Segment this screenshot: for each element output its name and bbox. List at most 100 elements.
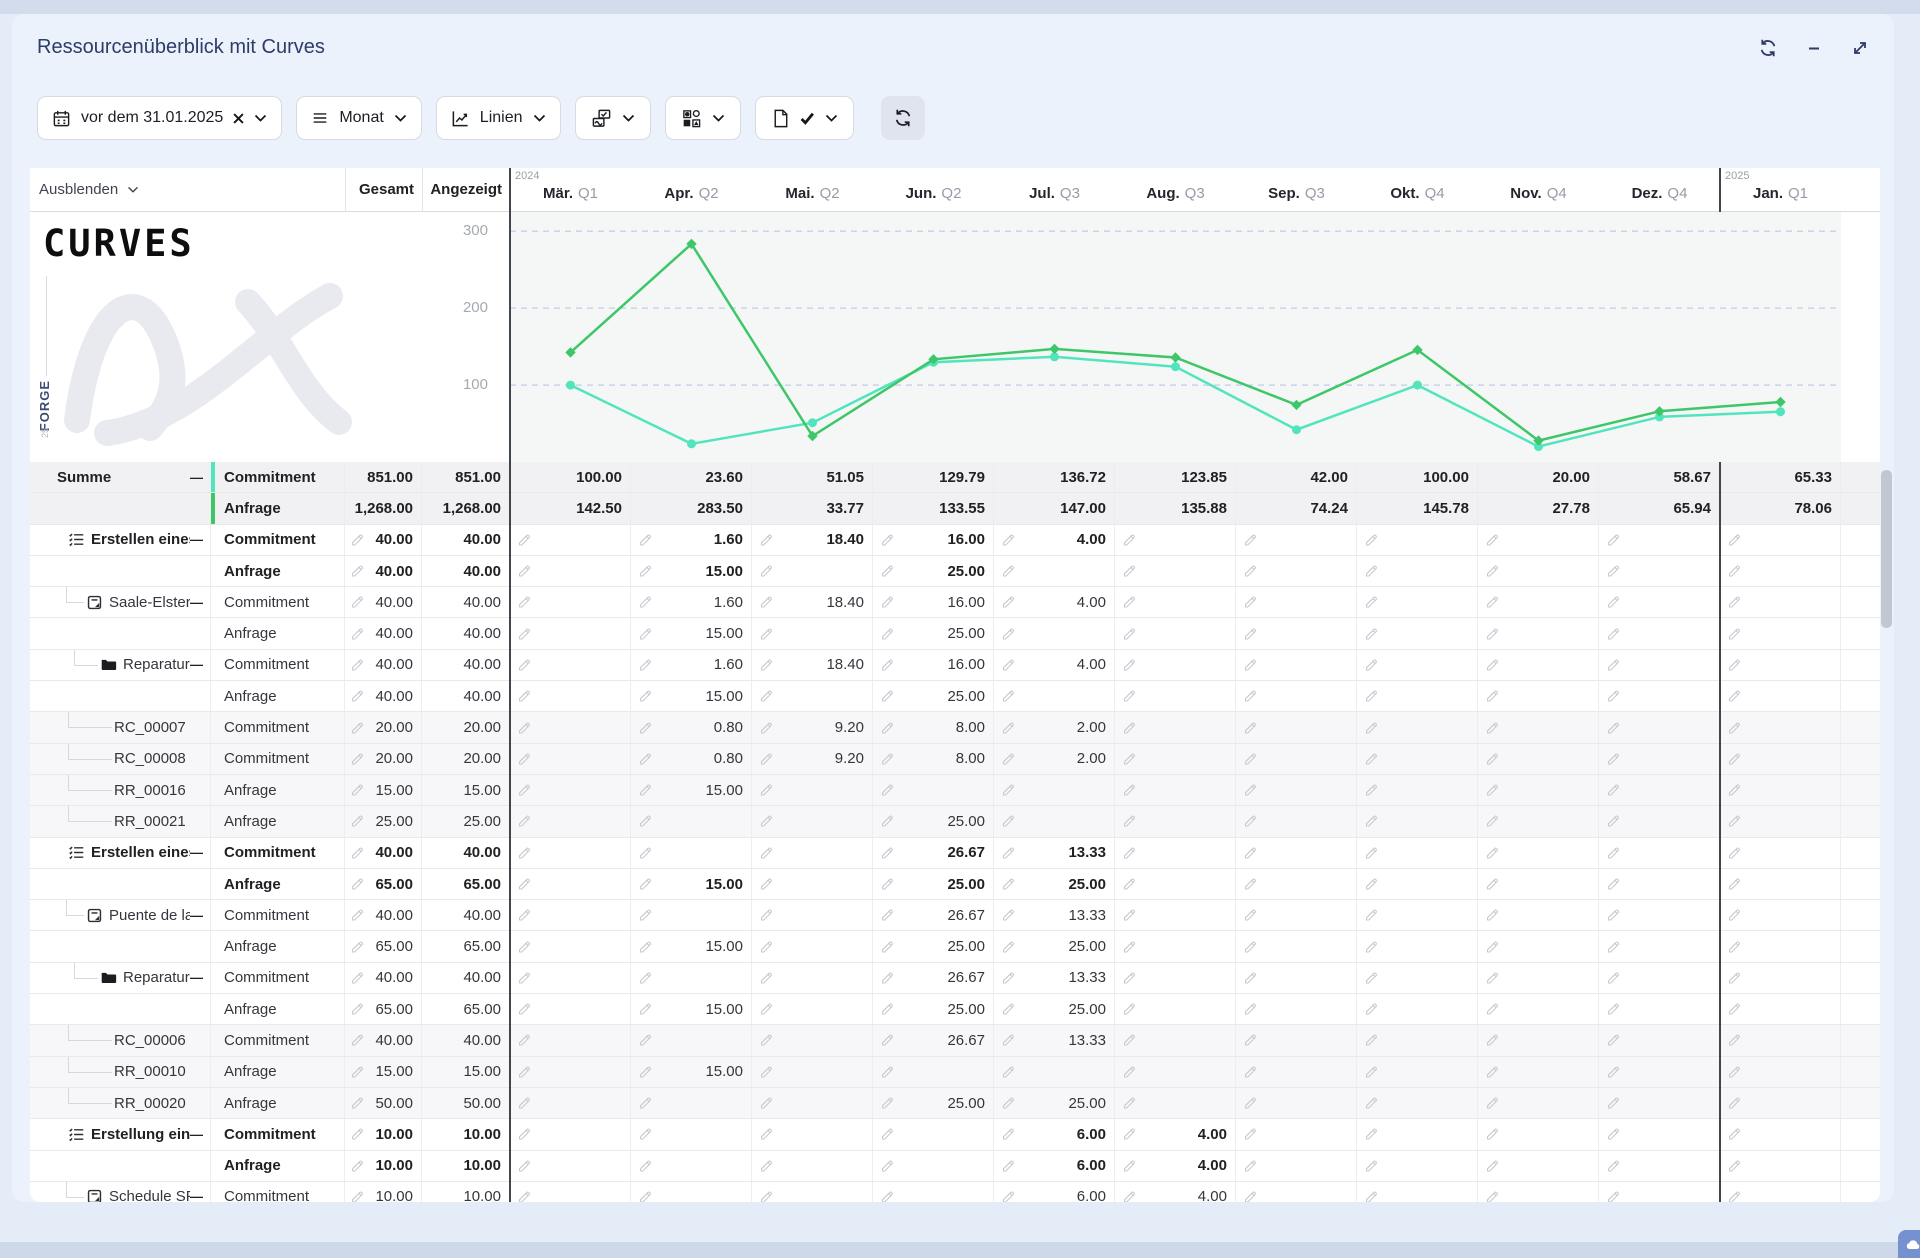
edit-pencil-icon[interactable] (638, 564, 653, 579)
edit-pencil-icon[interactable] (1364, 626, 1379, 641)
edit-pencil-icon[interactable] (1001, 595, 1016, 610)
edit-pencil-icon[interactable] (880, 1064, 895, 1079)
edit-pencil-icon[interactable] (880, 939, 895, 954)
edit-pencil-icon[interactable] (880, 1127, 895, 1142)
edit-pencil-icon[interactable] (1122, 689, 1137, 704)
edit-pencil-icon[interactable] (350, 657, 365, 672)
edit-pencil-icon[interactable] (1243, 532, 1258, 547)
edit-pencil-icon[interactable] (1364, 1033, 1379, 1048)
edit-pencil-icon[interactable] (1243, 970, 1258, 985)
edit-pencil-icon[interactable] (1243, 751, 1258, 766)
edit-pencil-icon[interactable] (880, 877, 895, 892)
edit-pencil-icon[interactable] (1243, 814, 1258, 829)
edit-pencil-icon[interactable] (880, 1189, 895, 1202)
edit-pencil-icon[interactable] (1485, 908, 1500, 923)
edit-pencil-icon[interactable] (1727, 970, 1742, 985)
edit-pencil-icon[interactable] (1001, 657, 1016, 672)
edit-pencil-icon[interactable] (350, 1189, 365, 1202)
edit-pencil-icon[interactable] (1364, 939, 1379, 954)
collapse-toggle[interactable]: — (190, 1189, 210, 1202)
edit-pencil-icon[interactable] (1727, 595, 1742, 610)
edit-pencil-icon[interactable] (517, 1158, 532, 1173)
edit-pencil-icon[interactable] (1001, 783, 1016, 798)
edit-pencil-icon[interactable] (880, 720, 895, 735)
edit-pencil-icon[interactable] (517, 595, 532, 610)
edit-pencil-icon[interactable] (350, 908, 365, 923)
edit-pencil-icon[interactable] (350, 1096, 365, 1111)
edit-pencil-icon[interactable] (1727, 1127, 1742, 1142)
edit-pencil-icon[interactable] (1364, 1096, 1379, 1111)
edit-pencil-icon[interactable] (517, 1033, 532, 1048)
edit-pencil-icon[interactable] (1001, 1127, 1016, 1142)
edit-pencil-icon[interactable] (1364, 1158, 1379, 1173)
edit-pencil-icon[interactable] (1243, 626, 1258, 641)
collapse-toggle[interactable]: — (190, 532, 210, 547)
edit-pencil-icon[interactable] (1485, 845, 1500, 860)
edit-pencil-icon[interactable] (1001, 1096, 1016, 1111)
edit-pencil-icon[interactable] (759, 1033, 774, 1048)
edit-pencil-icon[interactable] (517, 845, 532, 860)
edit-pencil-icon[interactable] (1122, 1096, 1137, 1111)
edit-pencil-icon[interactable] (1606, 720, 1621, 735)
edit-pencil-icon[interactable] (1001, 1189, 1016, 1202)
edit-pencil-icon[interactable] (1001, 1064, 1016, 1079)
edit-pencil-icon[interactable] (1727, 720, 1742, 735)
collapse-toggle[interactable]: — (190, 1127, 210, 1142)
edit-pencil-icon[interactable] (1122, 1158, 1137, 1173)
collapse-toggle[interactable]: — (190, 845, 210, 860)
edit-pencil-icon[interactable] (1485, 1158, 1500, 1173)
edit-pencil-icon[interactable] (1606, 626, 1621, 641)
edit-pencil-icon[interactable] (1243, 1064, 1258, 1079)
edit-pencil-icon[interactable] (1243, 1127, 1258, 1142)
edit-pencil-icon[interactable] (880, 1033, 895, 1048)
edit-pencil-icon[interactable] (1606, 657, 1621, 672)
edit-pencil-icon[interactable] (1485, 595, 1500, 610)
edit-pencil-icon[interactable] (1364, 1064, 1379, 1079)
edit-pencil-icon[interactable] (1606, 845, 1621, 860)
edit-pencil-icon[interactable] (1364, 1002, 1379, 1017)
edit-pencil-icon[interactable] (1485, 751, 1500, 766)
edit-pencil-icon[interactable] (517, 970, 532, 985)
minimize-icon[interactable] (1804, 38, 1824, 58)
edit-pencil-icon[interactable] (1364, 970, 1379, 985)
edit-pencil-icon[interactable] (1364, 908, 1379, 923)
edit-pencil-icon[interactable] (1001, 939, 1016, 954)
edit-pencil-icon[interactable] (1122, 814, 1137, 829)
edit-pencil-icon[interactable] (1606, 908, 1621, 923)
edit-pencil-icon[interactable] (1606, 814, 1621, 829)
edit-pencil-icon[interactable] (638, 657, 653, 672)
edit-pencil-icon[interactable] (1001, 1002, 1016, 1017)
edit-pencil-icon[interactable] (1364, 1189, 1379, 1202)
edit-pencil-icon[interactable] (1364, 814, 1379, 829)
interval-button[interactable]: Monat (296, 96, 421, 140)
edit-pencil-icon[interactable] (350, 1002, 365, 1017)
edit-pencil-icon[interactable] (880, 564, 895, 579)
edit-pencil-icon[interactable] (350, 595, 365, 610)
edit-pencil-icon[interactable] (1243, 720, 1258, 735)
edit-pencil-icon[interactable] (1243, 1158, 1258, 1173)
edit-pencil-icon[interactable] (517, 814, 532, 829)
edit-pencil-icon[interactable] (1485, 814, 1500, 829)
edit-pencil-icon[interactable] (1364, 532, 1379, 547)
edit-pencil-icon[interactable] (517, 1189, 532, 1202)
edit-pencil-icon[interactable] (880, 532, 895, 547)
edit-pencil-icon[interactable] (638, 877, 653, 892)
edit-pencil-icon[interactable] (1243, 689, 1258, 704)
edit-pencil-icon[interactable] (638, 783, 653, 798)
edit-pencil-icon[interactable] (1001, 908, 1016, 923)
edit-pencil-icon[interactable] (638, 1158, 653, 1173)
edit-pencil-icon[interactable] (880, 595, 895, 610)
edit-pencil-icon[interactable] (517, 783, 532, 798)
edit-pencil-icon[interactable] (1122, 1002, 1137, 1017)
edit-pencil-icon[interactable] (1001, 814, 1016, 829)
edit-pencil-icon[interactable] (1606, 1064, 1621, 1079)
edit-pencil-icon[interactable] (350, 720, 365, 735)
edit-pencil-icon[interactable] (759, 626, 774, 641)
edit-pencil-icon[interactable] (1485, 689, 1500, 704)
edit-pencil-icon[interactable] (1727, 626, 1742, 641)
edit-pencil-icon[interactable] (759, 877, 774, 892)
edit-pencil-icon[interactable] (350, 1158, 365, 1173)
edit-pencil-icon[interactable] (1122, 939, 1137, 954)
edit-pencil-icon[interactable] (759, 689, 774, 704)
edit-pencil-icon[interactable] (1606, 532, 1621, 547)
